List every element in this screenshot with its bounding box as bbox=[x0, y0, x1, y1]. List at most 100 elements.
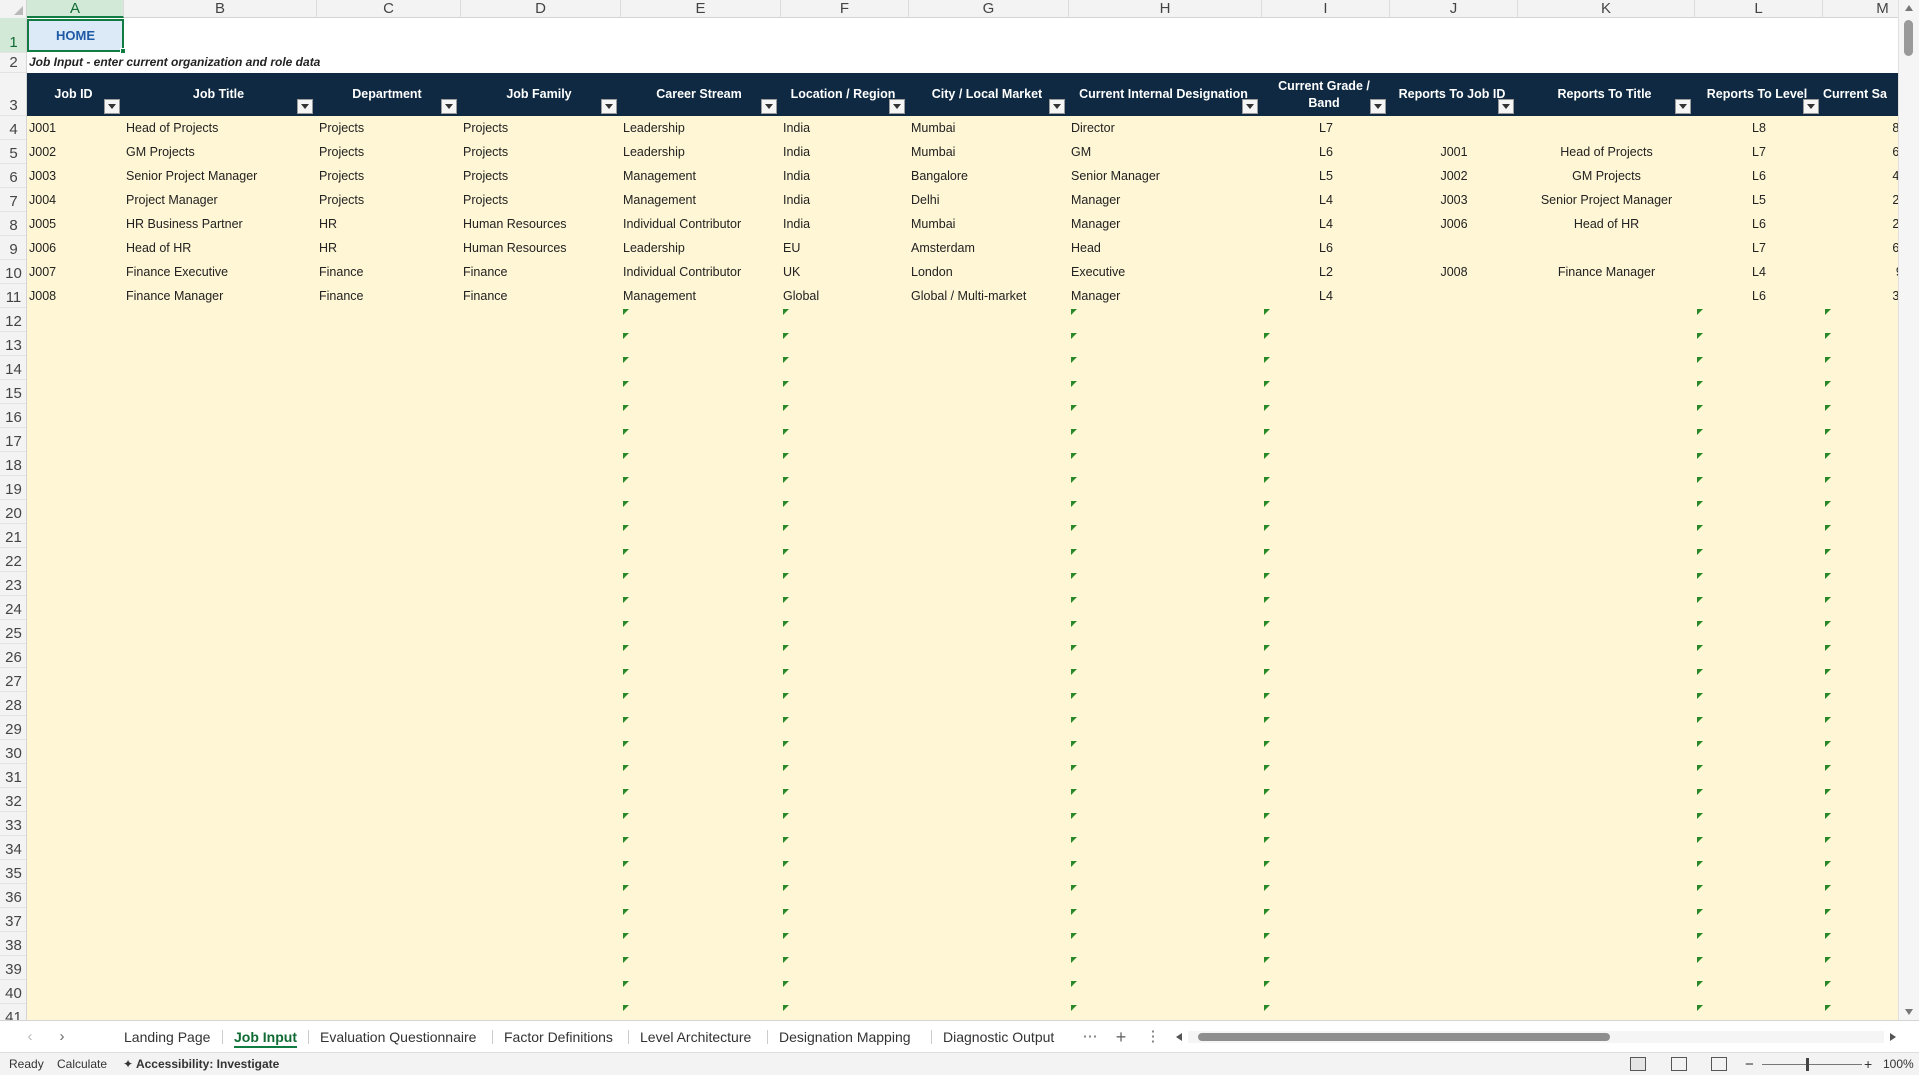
column-header-k[interactable]: K bbox=[1518, 0, 1695, 18]
fill-handle[interactable] bbox=[120, 48, 126, 54]
table-cell[interactable]: Head bbox=[1071, 236, 1262, 260]
table-cell[interactable]: 2,800,00 bbox=[1823, 188, 1898, 212]
table-cell[interactable]: L5 bbox=[1695, 188, 1823, 212]
row-header-27[interactable]: 27 bbox=[0, 668, 26, 692]
row-header-23[interactable]: 23 bbox=[0, 572, 26, 596]
next-sheet-icon[interactable]: › bbox=[52, 1027, 72, 1047]
table-cell[interactable]: Finance Manager bbox=[1518, 260, 1695, 284]
table-cell[interactable]: Bangalore bbox=[911, 164, 1069, 188]
row-header-14[interactable]: 14 bbox=[0, 356, 26, 380]
sheet-tab[interactable]: Job Input bbox=[226, 1021, 305, 1052]
table-cell[interactable]: 2,500,00 bbox=[1823, 212, 1898, 236]
filter-dropdown-icon[interactable] bbox=[297, 99, 313, 114]
table-cell[interactable]: L4 bbox=[1262, 284, 1390, 308]
table-cell[interactable]: Leadership bbox=[623, 236, 781, 260]
table-cell[interactable]: L7 bbox=[1695, 236, 1823, 260]
filter-dropdown-icon[interactable] bbox=[889, 99, 905, 114]
table-cell[interactable]: L4 bbox=[1262, 212, 1390, 236]
table-cell[interactable]: Senior Project Manager bbox=[1518, 188, 1695, 212]
table-cell[interactable]: Individual Contributor bbox=[623, 260, 781, 284]
table-cell[interactable]: Finance Manager bbox=[126, 284, 317, 308]
table-cell[interactable]: Amsterdam bbox=[911, 236, 1069, 260]
table-cell[interactable]: 900,000 bbox=[1823, 260, 1898, 284]
row-header-18[interactable]: 18 bbox=[0, 452, 26, 476]
worksheet-grid[interactable]: HOME Job Input - enter current organizat… bbox=[27, 18, 1898, 1020]
table-cell[interactable]: Management bbox=[623, 284, 781, 308]
table-header-cell[interactable]: Job Title bbox=[124, 73, 317, 116]
row-header-4[interactable]: 4 bbox=[0, 116, 26, 140]
table-cell[interactable]: Head of HR bbox=[126, 236, 317, 260]
row-header-3[interactable]: 3 bbox=[0, 73, 26, 116]
table-cell[interactable]: EU bbox=[783, 236, 909, 260]
row-header-36[interactable]: 36 bbox=[0, 884, 26, 908]
row-header-35[interactable]: 35 bbox=[0, 860, 26, 884]
table-cell[interactable]: J001 bbox=[1390, 140, 1518, 164]
table-cell[interactable]: L7 bbox=[1695, 140, 1823, 164]
table-cell[interactable]: J008 bbox=[29, 284, 124, 308]
row-header-11[interactable]: 11 bbox=[0, 284, 26, 308]
table-cell[interactable]: Projects bbox=[463, 188, 621, 212]
table-cell[interactable]: J001 bbox=[29, 116, 124, 140]
table-cell[interactable]: J007 bbox=[29, 260, 124, 284]
table-cell[interactable]: GM bbox=[1071, 140, 1262, 164]
row-header-13[interactable]: 13 bbox=[0, 332, 26, 356]
row-header-19[interactable]: 19 bbox=[0, 476, 26, 500]
filter-dropdown-icon[interactable] bbox=[601, 99, 617, 114]
filter-dropdown-icon[interactable] bbox=[1675, 99, 1691, 114]
table-cell[interactable]: India bbox=[783, 188, 909, 212]
table-cell[interactable]: J008 bbox=[1390, 260, 1518, 284]
filter-dropdown-icon[interactable] bbox=[1242, 99, 1258, 114]
row-header-20[interactable]: 20 bbox=[0, 500, 26, 524]
horizontal-scrollbar[interactable] bbox=[1176, 1031, 1896, 1043]
zoom-level[interactable]: 100% bbox=[1883, 1053, 1914, 1075]
page-break-view-icon[interactable] bbox=[1711, 1057, 1727, 1071]
column-header-f[interactable]: F bbox=[781, 0, 909, 18]
table-cell[interactable]: Executive bbox=[1071, 260, 1262, 284]
column-header-c[interactable]: C bbox=[317, 0, 461, 18]
row-header-34[interactable]: 34 bbox=[0, 836, 26, 860]
table-cell[interactable]: Manager bbox=[1071, 188, 1262, 212]
table-header-cell[interactable]: Job Family bbox=[461, 73, 621, 116]
table-cell[interactable]: Mumbai bbox=[911, 212, 1069, 236]
column-header-i[interactable]: I bbox=[1262, 0, 1390, 18]
row-header-25[interactable]: 25 bbox=[0, 620, 26, 644]
table-cell[interactable]: L4 bbox=[1262, 188, 1390, 212]
table-cell[interactable]: Projects bbox=[463, 140, 621, 164]
status-calculate[interactable]: Calculate bbox=[57, 1053, 107, 1075]
table-cell[interactable]: Projects bbox=[463, 164, 621, 188]
table-cell[interactable]: 8,500,00 bbox=[1823, 116, 1898, 140]
table-cell[interactable] bbox=[1518, 284, 1695, 308]
row-header-26[interactable]: 26 bbox=[0, 644, 26, 668]
table-cell[interactable]: L6 bbox=[1695, 284, 1823, 308]
table-cell[interactable] bbox=[1518, 236, 1695, 260]
row-header-40[interactable]: 40 bbox=[0, 980, 26, 1004]
table-cell[interactable]: Management bbox=[623, 188, 781, 212]
more-sheets-icon[interactable]: ⋯ bbox=[1080, 1027, 1100, 1047]
scroll-left-icon[interactable] bbox=[1176, 1033, 1182, 1041]
table-cell[interactable]: Manager bbox=[1071, 284, 1262, 308]
row-header-5[interactable]: 5 bbox=[0, 140, 26, 164]
horizontal-scroll-thumb[interactable] bbox=[1198, 1033, 1610, 1041]
table-cell[interactable]: 3,200,00 bbox=[1823, 284, 1898, 308]
row-header-30[interactable]: 30 bbox=[0, 740, 26, 764]
zoom-out-icon[interactable]: − bbox=[1745, 1053, 1754, 1075]
table-cell[interactable]: Head of HR bbox=[1518, 212, 1695, 236]
row-header-37[interactable]: 37 bbox=[0, 908, 26, 932]
sheet-tab[interactable]: Diagnostic Output bbox=[935, 1021, 1062, 1052]
table-cell[interactable]: L6 bbox=[1262, 236, 1390, 260]
table-cell[interactable] bbox=[1390, 236, 1518, 260]
table-cell[interactable]: Finance bbox=[463, 284, 621, 308]
table-cell[interactable]: L5 bbox=[1262, 164, 1390, 188]
row-header-7[interactable]: 7 bbox=[0, 188, 26, 212]
select-all-corner[interactable] bbox=[0, 0, 27, 18]
row-header-33[interactable]: 33 bbox=[0, 812, 26, 836]
table-cell[interactable]: Global / Multi-market bbox=[911, 284, 1069, 308]
table-cell[interactable]: L8 bbox=[1695, 116, 1823, 140]
table-cell[interactable]: GM Projects bbox=[1518, 164, 1695, 188]
table-cell[interactable]: J003 bbox=[1390, 188, 1518, 212]
table-cell[interactable]: J002 bbox=[29, 140, 124, 164]
table-cell[interactable]: India bbox=[783, 164, 909, 188]
row-header-28[interactable]: 28 bbox=[0, 692, 26, 716]
table-cell[interactable]: Projects bbox=[319, 140, 461, 164]
zoom-slider[interactable] bbox=[1762, 1064, 1862, 1065]
